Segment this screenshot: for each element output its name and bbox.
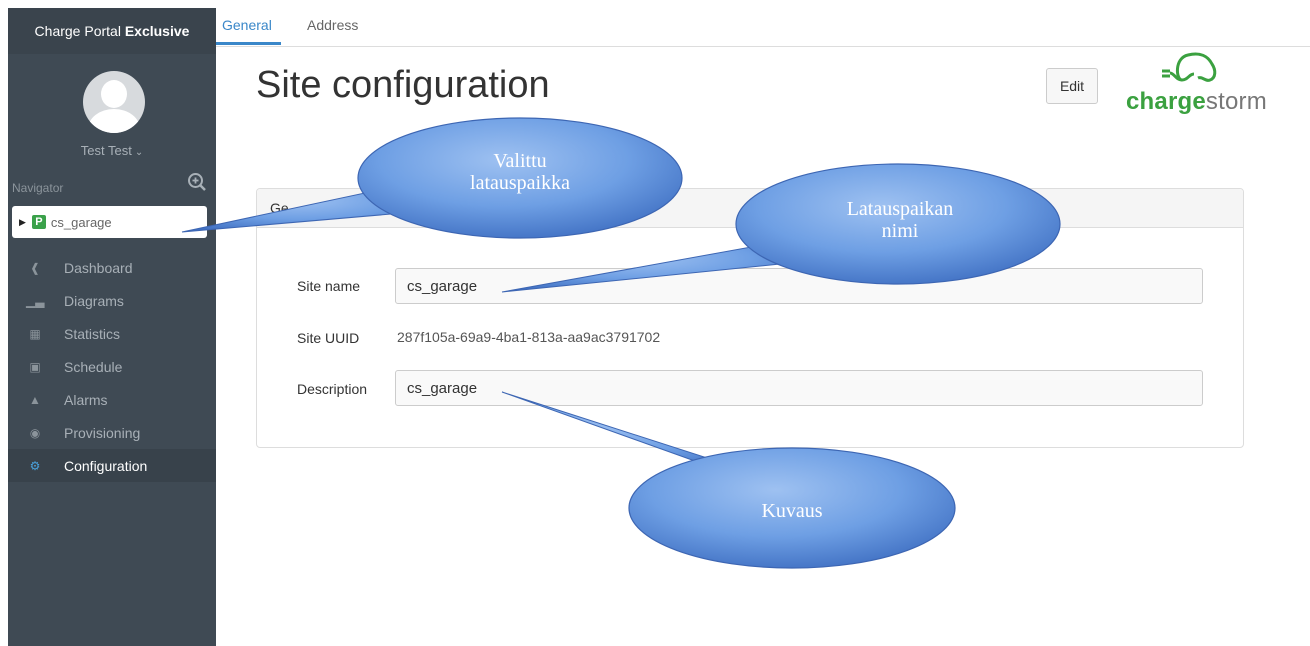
zoom-in-icon[interactable]: [187, 172, 207, 192]
warning-icon: ▲: [29, 392, 41, 407]
user-name: Test Test: [80, 143, 132, 158]
chargestorm-logo: chargestorm: [1124, 50, 1284, 120]
sidebar-item-provisioning[interactable]: ◉ Provisioning: [8, 416, 216, 449]
site-config-panel: Ge: [256, 188, 1244, 448]
sidebar-item-configuration[interactable]: ⚙ Configuration: [8, 449, 216, 482]
sidebar-item-schedule[interactable]: ▣ Schedule: [8, 350, 216, 383]
site-name-input[interactable]: [395, 268, 1203, 304]
plug-car-icon: [1162, 52, 1217, 82]
table-icon: ▦: [29, 326, 41, 341]
tab-address[interactable]: Address: [307, 17, 358, 33]
chevron-down-icon: ⌄: [134, 147, 144, 158]
tab-general[interactable]: General: [222, 17, 272, 33]
sidebar-item-label: Configuration: [64, 457, 148, 474]
sidebar-menu: ❰ Dashboard ▁▃ Diagrams ▦ Statistics ▣ S…: [8, 251, 216, 482]
app-brand: Charge Portal Exclusive: [8, 8, 216, 54]
callout-description-text: Kuvaus: [761, 500, 823, 522]
navigator-label: Navigator: [12, 181, 64, 195]
sidebar-item-label: Provisioning: [64, 424, 141, 441]
callout-site-name-text: Latauspaikan nimi: [846, 198, 954, 242]
site-uuid-value: 287f105a-69a9-4ba1-813a-aa9ac3791702: [397, 329, 661, 345]
brand-bold: Exclusive: [124, 23, 190, 39]
avatar[interactable]: [83, 71, 145, 133]
user-menu[interactable]: Test Test ⌄: [8, 143, 216, 158]
parking-icon: P: [31, 215, 46, 229]
sidebar-item-dashboard[interactable]: ❰ Dashboard: [8, 251, 216, 284]
callout-selected-site-text: Valittu latauspaikka: [470, 150, 570, 194]
logo-text: chargestorm: [1126, 88, 1267, 115]
calendar-icon: ▣: [29, 359, 41, 374]
sidebar-item-label: Dashboard: [64, 259, 133, 276]
sidebar-item-label: Diagrams: [64, 292, 124, 309]
site-label: cs_garage: [50, 214, 112, 230]
sidebar-item-label: Statistics: [64, 325, 121, 342]
sidebar: Charge Portal Exclusive Test Test ⌄ Navig…: [8, 8, 216, 646]
gear-icon: ⚙: [29, 458, 41, 473]
description-label: Description: [297, 381, 368, 397]
panel-heading-text: Ge: [270, 200, 289, 216]
sidebar-item-alarms[interactable]: ▲ Alarms: [8, 383, 216, 416]
navigator-site-cs-garage[interactable]: ▶ P cs_garage: [12, 206, 207, 238]
bar-chart-icon: ▁▃: [26, 293, 45, 308]
sidebar-item-diagrams[interactable]: ▁▃ Diagrams: [8, 284, 216, 317]
page-title: Site configuration: [256, 64, 550, 106]
sidebar-item-label: Alarms: [64, 391, 108, 408]
sidebar-item-statistics[interactable]: ▦ Statistics: [8, 317, 216, 350]
description-input[interactable]: [395, 370, 1203, 406]
site-name-label: Site name: [297, 278, 361, 294]
sidebar-item-label: Schedule: [64, 358, 123, 375]
users-icon: ◉: [29, 425, 41, 440]
brand-prefix: Charge Portal: [34, 23, 121, 39]
tab-bar: General Address: [216, 8, 1310, 47]
home-icon: ❰: [29, 260, 41, 275]
expand-caret-icon[interactable]: ▶: [19, 217, 26, 228]
edit-button[interactable]: Edit: [1046, 68, 1098, 104]
site-uuid-label: Site UUID: [297, 330, 360, 346]
active-tab-indicator: [216, 42, 281, 45]
panel-heading: Ge: [257, 189, 1243, 228]
